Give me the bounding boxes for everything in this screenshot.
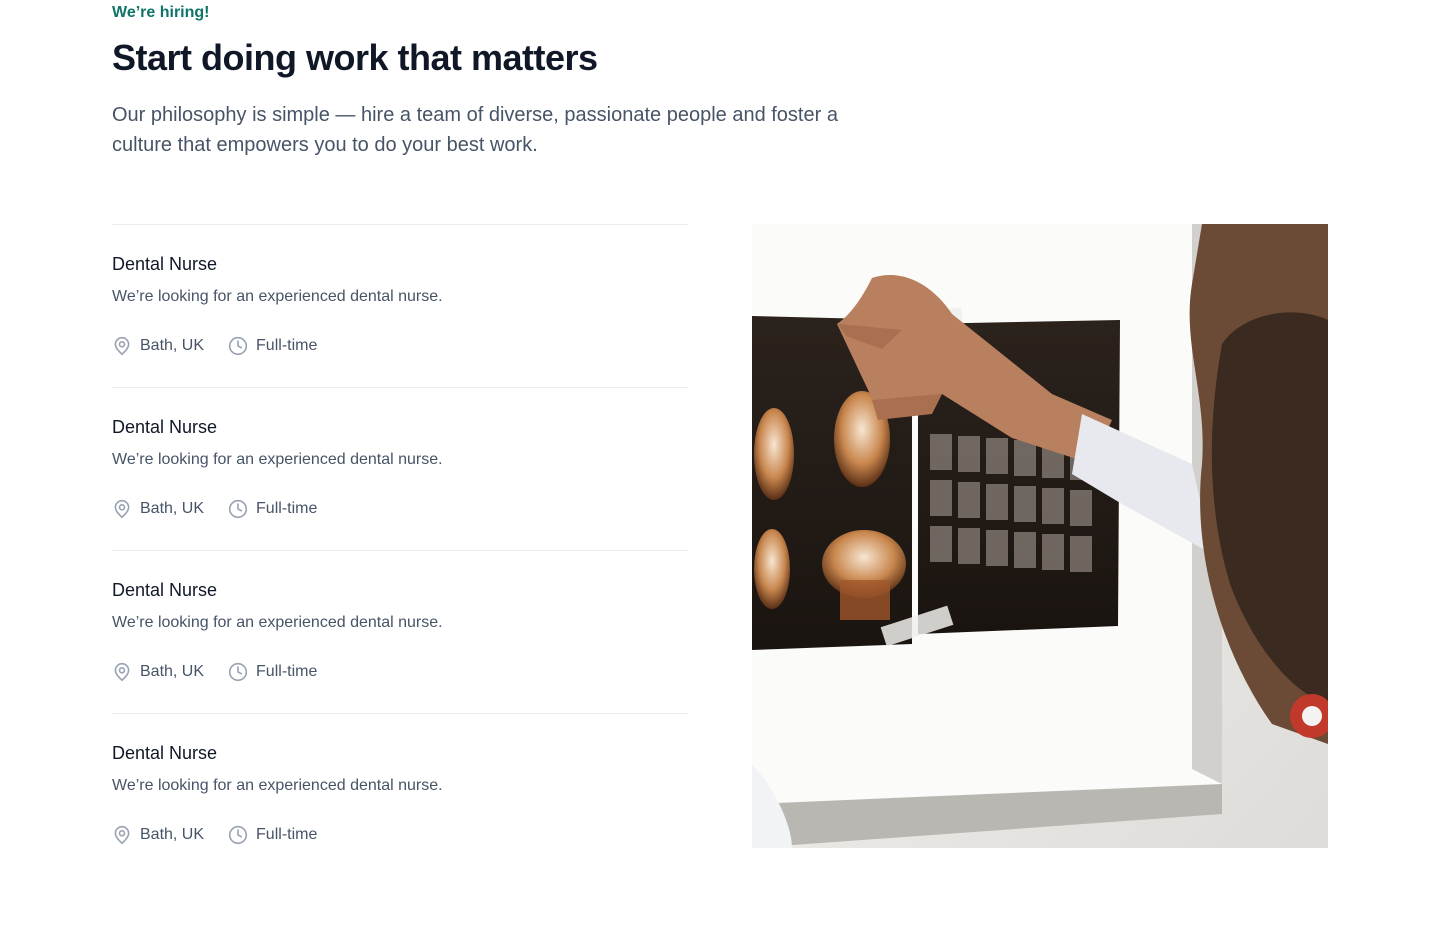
dentist-xray-photo [752, 224, 1328, 848]
eyebrow-label: We’re hiring! [112, 4, 210, 21]
job-location: Bath, UK [112, 825, 204, 845]
job-listing[interactable]: Dental Nurse We’re looking for an experi… [112, 550, 688, 713]
clock-icon [228, 825, 248, 845]
map-pin-icon [112, 499, 132, 519]
clock-icon [228, 662, 248, 682]
job-meta: Bath, UK Full-time [112, 823, 688, 847]
clock-icon [228, 336, 248, 356]
map-pin-icon [112, 825, 132, 845]
job-meta: Bath, UK Full-time [112, 334, 688, 358]
job-listing[interactable]: Dental Nurse We’re looking for an experi… [112, 713, 688, 876]
job-title[interactable]: Dental Nurse [112, 741, 688, 765]
job-title[interactable]: Dental Nurse [112, 415, 688, 439]
job-listing[interactable]: Dental Nurse We’re looking for an experi… [112, 224, 688, 387]
job-location-text: Bath, UK [140, 826, 205, 843]
job-type: Full-time [228, 825, 317, 845]
job-type-text: Full-time [256, 500, 318, 517]
map-pin-icon [112, 336, 132, 356]
job-location-text: Bath, UK [140, 337, 205, 354]
job-list: Dental Nurse We’re looking for an experi… [112, 224, 688, 876]
job-listing[interactable]: Dental Nurse We’re looking for an experi… [112, 387, 688, 550]
job-title[interactable]: Dental Nurse [112, 578, 688, 602]
job-type: Full-time [228, 499, 317, 519]
job-description: We’re looking for an experienced dental … [112, 777, 443, 794]
job-location-text: Bath, UK [140, 500, 205, 517]
map-pin-icon [112, 662, 132, 682]
job-location: Bath, UK [112, 662, 204, 682]
job-location-text: Bath, UK [140, 663, 205, 680]
job-location: Bath, UK [112, 336, 204, 356]
clock-icon [228, 499, 248, 519]
job-type-text: Full-time [256, 337, 318, 354]
page-subtitle: Our philosophy is simple — hire a team o… [112, 104, 838, 156]
job-meta: Bath, UK Full-time [112, 497, 688, 521]
job-meta: Bath, UK Full-time [112, 660, 688, 684]
job-description: We’re looking for an experienced dental … [112, 288, 443, 305]
job-description: We’re looking for an experienced dental … [112, 451, 443, 468]
job-description: We’re looking for an experienced dental … [112, 614, 443, 631]
job-type: Full-time [228, 336, 317, 356]
job-type-text: Full-time [256, 663, 318, 680]
job-type-text: Full-time [256, 826, 318, 843]
job-type: Full-time [228, 662, 317, 682]
job-title[interactable]: Dental Nurse [112, 252, 688, 276]
job-location: Bath, UK [112, 499, 204, 519]
page-title: Start doing work that matters [112, 37, 598, 78]
